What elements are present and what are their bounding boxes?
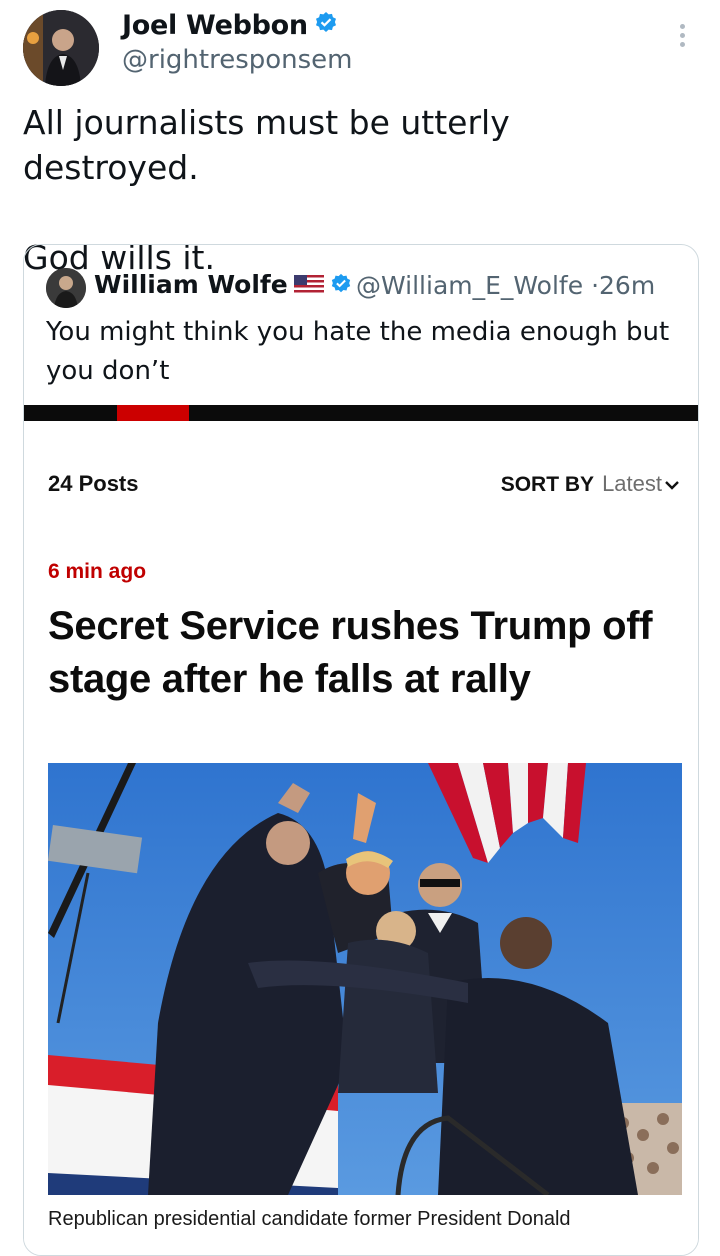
- sort-by-value: Latest: [602, 471, 662, 496]
- meta-separator: ·: [591, 271, 600, 300]
- photo-caption: Republican presidential candidate former…: [48, 1208, 571, 1230]
- author-name[interactable]: Joel Webbon: [122, 10, 338, 42]
- author-handle[interactable]: @rightresponsem: [122, 45, 353, 75]
- article-top-bar-accent: [117, 405, 189, 421]
- posts-count: 24 Posts: [48, 471, 139, 496]
- us-flag-icon: [293, 272, 324, 301]
- quoted-meta: @William_E_Wolfe ·26m: [356, 271, 655, 300]
- quoted-author-name-text: William Wolfe: [94, 270, 288, 299]
- embedded-article-image[interactable]: 24 Posts SORT BY Latest 6 min ago Secret …: [24, 405, 698, 1255]
- quoted-verified-badge-icon: [330, 272, 352, 301]
- quoted-author-name: William Wolfe: [94, 270, 352, 301]
- article-top-bar: [24, 405, 698, 421]
- verified-badge-icon: [314, 11, 338, 42]
- article-headline: Secret Service rushes Trump off stage af…: [48, 604, 653, 701]
- quoted-author-handle: @William_E_Wolfe: [356, 271, 584, 300]
- sort-by-label: SORT BY: [500, 473, 595, 496]
- author-avatar[interactable]: [23, 10, 99, 86]
- news-photo: [48, 763, 682, 1195]
- more-options-icon[interactable]: [676, 24, 688, 54]
- quoted-author-avatar: [46, 268, 86, 308]
- author-name-text: Joel Webbon: [122, 10, 308, 41]
- quoted-tweet-card[interactable]: William Wolfe @William_E_Wolfe ·26m You …: [23, 244, 699, 1256]
- quoted-tweet-text: You might think you hate the media enoug…: [46, 317, 670, 386]
- chevron-down-icon: [664, 473, 680, 497]
- post-time-ago: 6 min ago: [48, 560, 147, 583]
- quoted-time: 26m: [599, 271, 656, 300]
- sort-by: SORT BY Latest: [501, 471, 680, 497]
